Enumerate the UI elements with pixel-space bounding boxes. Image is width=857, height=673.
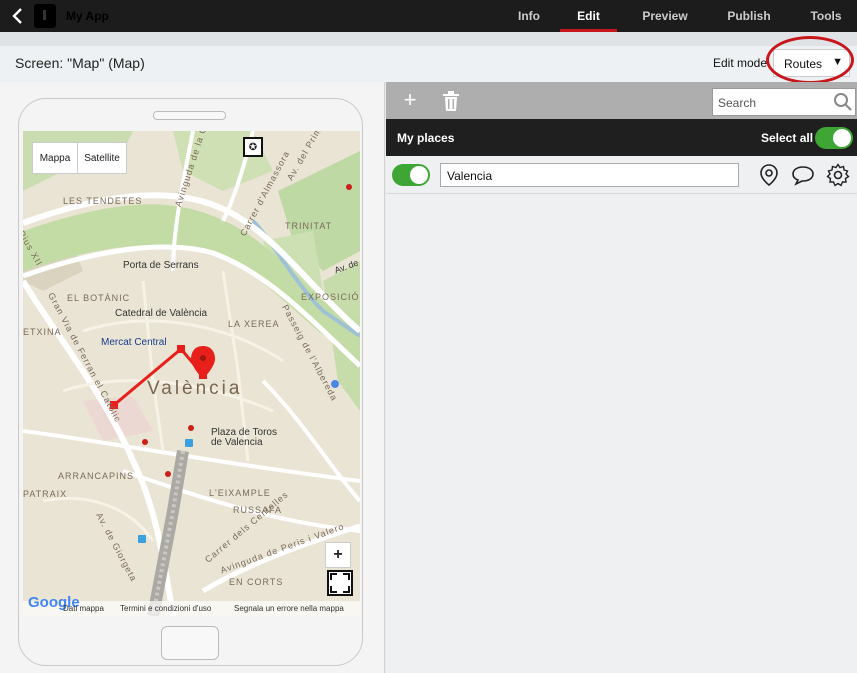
chevron-left-icon[interactable] bbox=[10, 7, 26, 25]
map-label: LES TENDETES bbox=[63, 196, 143, 206]
map-label: TRINITAT bbox=[285, 221, 333, 231]
map-report-link[interactable]: Segnala un errore nella mappa bbox=[234, 604, 344, 613]
add-place-icon[interactable]: + bbox=[400, 89, 420, 111]
map-city-label: València bbox=[147, 378, 243, 399]
tab-edit[interactable]: Edit bbox=[560, 0, 617, 32]
map-settings-icon[interactable]: ✪ bbox=[243, 137, 263, 157]
map-label: LA XEREA bbox=[228, 319, 280, 329]
tab-publish[interactable]: Publish bbox=[716, 0, 782, 32]
map-label: EL BOTÀNIC bbox=[67, 293, 131, 303]
search-icon[interactable] bbox=[833, 92, 853, 112]
map-view[interactable]: Mappa Satellite ✪ LES TENDETES TRINITAT … bbox=[23, 131, 360, 616]
fullscreen-icon[interactable] bbox=[327, 570, 353, 596]
tab-info[interactable]: Info bbox=[504, 0, 554, 32]
phone-speaker bbox=[153, 111, 226, 120]
map-label: EXPOSICIÓ bbox=[301, 292, 360, 302]
place-enabled-toggle[interactable] bbox=[392, 164, 430, 186]
app-title: My App bbox=[66, 9, 109, 23]
trash-icon[interactable] bbox=[442, 91, 460, 111]
phone-home-button bbox=[161, 626, 219, 660]
map-type-map-button[interactable]: Mappa bbox=[32, 142, 78, 174]
screen-label: Screen: "Map" (Map) bbox=[15, 55, 145, 71]
zoom-in-button[interactable]: + bbox=[325, 542, 351, 568]
place-name-input[interactable]: Valencia bbox=[440, 163, 739, 187]
comment-icon[interactable] bbox=[791, 163, 815, 187]
gear-icon[interactable] bbox=[826, 163, 850, 187]
map-label: Catedral de València bbox=[115, 308, 208, 319]
map-terms-link[interactable]: Termini e condizioni d'uso bbox=[120, 604, 211, 613]
map-label: ARRANCAPINS bbox=[58, 471, 135, 481]
places-title: My places bbox=[397, 131, 455, 145]
edit-mode-label: Edit mode bbox=[713, 56, 768, 70]
map-data-link[interactable]: Dati mappa bbox=[63, 604, 104, 613]
select-all-toggle[interactable] bbox=[815, 127, 853, 149]
select-all-label: Select all bbox=[761, 131, 814, 145]
map-label: L'EIXAMPLE bbox=[209, 488, 271, 498]
map-label: Porta de Serrans bbox=[123, 260, 199, 271]
map-label: ETXINA bbox=[23, 327, 62, 337]
tab-tools[interactable]: Tools bbox=[800, 0, 852, 32]
app-logo-icon bbox=[34, 4, 56, 28]
highlight-circle bbox=[766, 36, 854, 84]
map-label: EN CORTS bbox=[229, 577, 284, 587]
map-label: de Valencia bbox=[211, 437, 263, 448]
map-type-satellite-button[interactable]: Satellite bbox=[77, 142, 127, 174]
location-pin-icon[interactable] bbox=[757, 163, 781, 187]
map-label: Mercat Central bbox=[101, 337, 167, 348]
tab-preview[interactable]: Preview bbox=[630, 0, 700, 32]
map-label: PATRAIX bbox=[23, 489, 68, 499]
